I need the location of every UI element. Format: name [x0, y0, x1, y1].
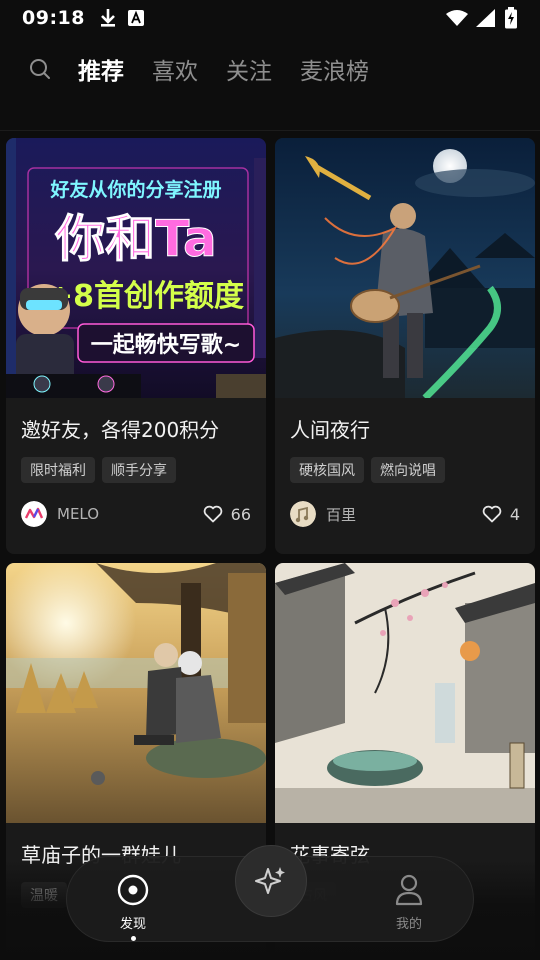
avatar[interactable] [21, 501, 47, 527]
discover-icon [117, 874, 149, 906]
top-nav-divider [0, 130, 540, 131]
card-title: 人间夜行 [290, 418, 370, 442]
signal-icon [476, 9, 495, 27]
feed-card-song[interactable]: 人间夜行 硬核国风 燃向说唱 百里 4 [275, 138, 535, 554]
tag[interactable]: 限时福利 [21, 457, 95, 483]
card-cover [275, 138, 535, 398]
heart-icon [203, 505, 222, 523]
night-musician-cover-image [275, 138, 535, 398]
nav-mine-label: 我的 [395, 917, 422, 932]
tab-following[interactable]: 关注 [226, 52, 272, 86]
like-button[interactable]: 66 [203, 505, 251, 524]
battery-charging-icon [505, 7, 517, 29]
active-indicator-dot [130, 936, 136, 941]
card-cover-invite: 好友从你的分享注册 你和Ta +8首创作额度 一起畅快写歌~ [6, 138, 266, 398]
create-button[interactable] [235, 845, 307, 917]
tab-recommend[interactable]: 推荐 [78, 52, 124, 86]
nav-discover-label: 发现 [119, 917, 146, 932]
heart-icon [482, 505, 502, 523]
like-count: 4 [509, 504, 520, 524]
avatar[interactable] [290, 501, 316, 527]
card-footer: MELO 66 [21, 501, 251, 527]
profile-icon [395, 874, 423, 906]
cover-text-line1: 好友从你的分享注册 [49, 178, 221, 201]
nav-mine[interactable]: 我的 [379, 873, 439, 932]
author-name[interactable]: MELO [57, 505, 99, 523]
sparkle-icon [255, 867, 285, 894]
app-notification-icon [127, 10, 144, 26]
melo-logo-icon [21, 501, 47, 527]
elderly-couple-cover-image [6, 563, 266, 823]
tag[interactable]: 硬核国风 [290, 457, 364, 483]
nav-discover[interactable]: 发现 [103, 873, 163, 941]
search-icon [30, 59, 50, 79]
card-cover [6, 563, 266, 823]
tag-list: 硬核国风 燃向说唱 [290, 457, 535, 483]
ink-courtyard-cover-image [275, 563, 535, 823]
wifi-icon [446, 10, 468, 26]
status-bar: 09:18 [0, 0, 540, 36]
tag-list: 限时福利 顺手分享 [21, 457, 266, 483]
cover-text-line2: 你和Ta [54, 210, 216, 268]
cover-text-line4: 一起畅快写歌~ [91, 332, 241, 358]
feed-card-invite[interactable]: 好友从你的分享注册 你和Ta +8首创作额度 一起畅快写歌~ 邀好友，各得200… [6, 138, 266, 554]
card-cover [275, 563, 535, 823]
cover-text-line3: +8首创作额度 [48, 279, 244, 314]
tag[interactable]: 顺手分享 [102, 457, 176, 483]
user-avatar-icon [290, 501, 316, 527]
download-icon [100, 9, 115, 27]
tab-ranking[interactable]: 麦浪榜 [300, 52, 369, 86]
like-count: 66 [230, 504, 251, 524]
top-tab-bar: 推荐 喜欢 关注 麦浪榜 [0, 44, 540, 94]
tab-liked[interactable]: 喜欢 [152, 52, 198, 86]
invite-cover-image: 好友从你的分享注册 你和Ta +8首创作额度 一起畅快写歌~ [6, 138, 266, 398]
card-footer: 百里 4 [290, 501, 520, 527]
status-time: 09:18 [22, 7, 85, 29]
card-title: 邀好友，各得200积分 [21, 418, 220, 442]
tag[interactable]: 燃向说唱 [371, 457, 445, 483]
like-button[interactable]: 4 [482, 505, 520, 524]
search-button[interactable] [28, 57, 52, 81]
author-name[interactable]: 百里 [326, 504, 356, 525]
